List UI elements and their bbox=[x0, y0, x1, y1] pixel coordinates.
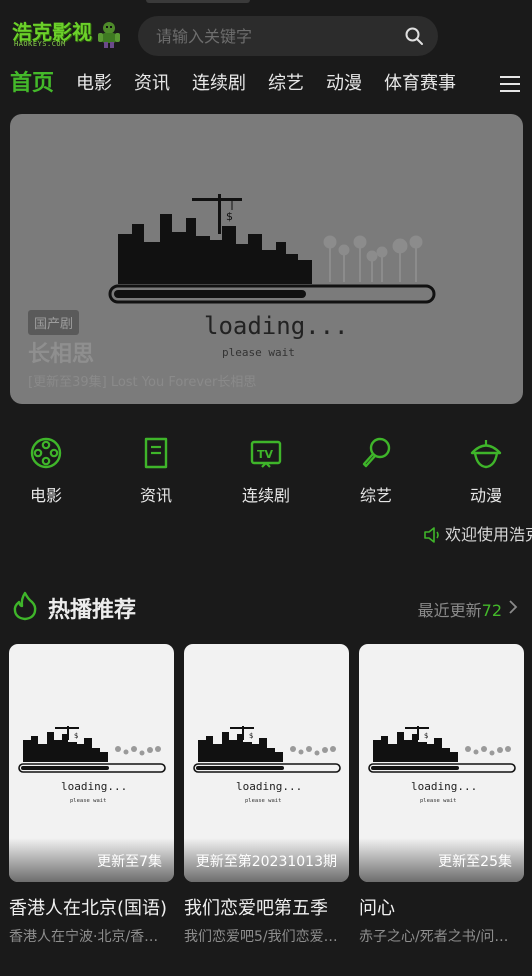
video-poster[interactable]: $ loading... please wait 更新至7集 bbox=[9, 644, 174, 882]
banner-category-badge: 国产剧 bbox=[28, 310, 80, 335]
category-nav: 首页 电影 资讯 连续剧 综艺 动漫 体育赛事 bbox=[0, 64, 532, 106]
svg-text:$: $ bbox=[74, 732, 78, 740]
nav-item-news[interactable]: 资讯 bbox=[134, 64, 170, 104]
card-subtitle: 我们恋爱吧5/我们恋爱… bbox=[184, 929, 338, 945]
card-title[interactable]: 问心 bbox=[359, 894, 524, 920]
banner-subtitle: [更新至39集] Lost You Forever长相思 bbox=[28, 375, 257, 390]
announcement-text: 欢迎使用浩克影视 bbox=[445, 525, 532, 544]
loading-placeholder-image: $ loading... please wait bbox=[108, 194, 436, 359]
speaker-icon bbox=[424, 527, 439, 543]
recent-updates-link[interactable]: 最近更新72 bbox=[418, 597, 502, 621]
recent-updates-label: 最近更新 bbox=[417, 601, 482, 620]
video-card[interactable]: $ loading... please wait 更新至25集 问心 赤子之心/… bbox=[359, 644, 524, 946]
banner-title: 长相思 bbox=[28, 342, 95, 367]
site-logo[interactable]: 浩克影视 HAOKEYS.COM bbox=[10, 14, 122, 54]
loading-placeholder-image: $ loading... please wait bbox=[193, 726, 341, 804]
search-icon[interactable] bbox=[404, 26, 424, 46]
microphone-icon bbox=[362, 437, 391, 468]
shortcut-label: 资讯 bbox=[139, 486, 172, 505]
card-subtitle: 赤子之心/死者之书/问… bbox=[359, 929, 509, 945]
svg-text:$: $ bbox=[249, 732, 253, 740]
nav-item-series[interactable]: 连续剧 bbox=[192, 64, 246, 104]
video-card[interactable]: $ loading... please wait 更新至第20231013期 我… bbox=[184, 644, 349, 946]
update-status: 更新至第20231013期 bbox=[195, 854, 337, 870]
hulk-mascot-icon bbox=[98, 22, 120, 48]
nav-item-sports[interactable]: 体育赛事 bbox=[384, 64, 456, 104]
shortcut-news[interactable]: 资讯 bbox=[111, 436, 201, 506]
shortcut-movie[interactable]: 电影 bbox=[1, 436, 91, 506]
card-loading-text: loading... bbox=[411, 780, 477, 793]
update-status: 更新至7集 bbox=[97, 854, 162, 870]
loading-placeholder-image: $ loading... please wait bbox=[368, 726, 516, 804]
top-bar: 浩克影视 HAOKEYS.COM bbox=[0, 0, 532, 64]
card-loading-sub: please wait bbox=[70, 798, 106, 804]
search-input[interactable] bbox=[156, 16, 396, 56]
category-shortcuts: 电影 资讯 TV 连续剧 综艺 动漫 bbox=[0, 436, 532, 508]
announcement-ticker[interactable]: 欢迎使用浩克影视 bbox=[423, 524, 532, 546]
fire-icon bbox=[13, 591, 37, 621]
shortcut-label: 综艺 bbox=[359, 486, 392, 505]
search-bar[interactable] bbox=[138, 16, 438, 56]
loading-placeholder-image: $ loading... please wait bbox=[18, 726, 166, 804]
card-loading-text: loading... bbox=[236, 780, 302, 793]
document-icon bbox=[144, 437, 168, 469]
nav-scroll[interactable]: 首页 电影 资讯 连续剧 综艺 动漫 体育赛事 bbox=[10, 64, 496, 106]
card-loading-sub: please wait bbox=[420, 798, 456, 804]
recent-updates-count: 72 bbox=[481, 601, 502, 620]
svg-text:TV: TV bbox=[257, 448, 274, 461]
hot-recommend-grid: $ loading... please wait 更新至7集 香港人在北京(国语… bbox=[0, 644, 532, 946]
shortcut-label: 电影 bbox=[29, 486, 62, 505]
banner-loading-text: loading... bbox=[204, 312, 349, 340]
acorn-icon bbox=[470, 440, 502, 469]
chevron-right-icon[interactable] bbox=[508, 600, 518, 614]
card-subtitle: 香港人在宁波·北京/香… bbox=[9, 929, 159, 945]
shortcut-anime[interactable]: 动漫 bbox=[441, 436, 531, 506]
card-title[interactable]: 我们恋爱吧第五季 bbox=[184, 894, 349, 920]
tv-icon: TV bbox=[250, 440, 282, 468]
update-status: 更新至25集 bbox=[438, 854, 512, 870]
nav-item-variety[interactable]: 综艺 bbox=[268, 64, 304, 104]
card-loading-sub: please wait bbox=[245, 798, 281, 804]
banner-loading-sub: please wait bbox=[222, 346, 295, 359]
status-grabber bbox=[146, 0, 250, 3]
nav-item-movie[interactable]: 电影 bbox=[76, 64, 112, 104]
shortcut-label: 连续剧 bbox=[241, 486, 290, 505]
hero-banner[interactable]: $ loading... please wait 国产剧 长相思 [更新至39集… bbox=[10, 114, 523, 404]
svg-text:$: $ bbox=[424, 732, 428, 740]
shortcut-variety[interactable]: 综艺 bbox=[331, 436, 421, 506]
logo-subtext: HAOKEYS.COM bbox=[14, 40, 66, 48]
hot-section-header: 热播推荐 最近更新72 bbox=[0, 590, 532, 624]
section-title: 热播推荐 bbox=[48, 598, 137, 623]
film-reel-icon bbox=[30, 437, 62, 469]
nav-item-anime[interactable]: 动漫 bbox=[326, 64, 362, 104]
video-poster[interactable]: $ loading... please wait 更新至第20231013期 bbox=[184, 644, 349, 882]
shortcut-label: 动漫 bbox=[469, 486, 502, 505]
video-poster[interactable]: $ loading... please wait 更新至25集 bbox=[359, 644, 524, 882]
card-title[interactable]: 香港人在北京(国语) bbox=[9, 894, 174, 920]
svg-text:$: $ bbox=[226, 210, 233, 223]
video-card[interactable]: $ loading... please wait 更新至7集 香港人在北京(国语… bbox=[9, 644, 174, 946]
card-loading-text: loading... bbox=[61, 780, 127, 793]
menu-icon[interactable] bbox=[500, 75, 520, 93]
shortcut-series[interactable]: TV 连续剧 bbox=[221, 436, 311, 506]
nav-item-home[interactable]: 首页 bbox=[10, 64, 54, 104]
